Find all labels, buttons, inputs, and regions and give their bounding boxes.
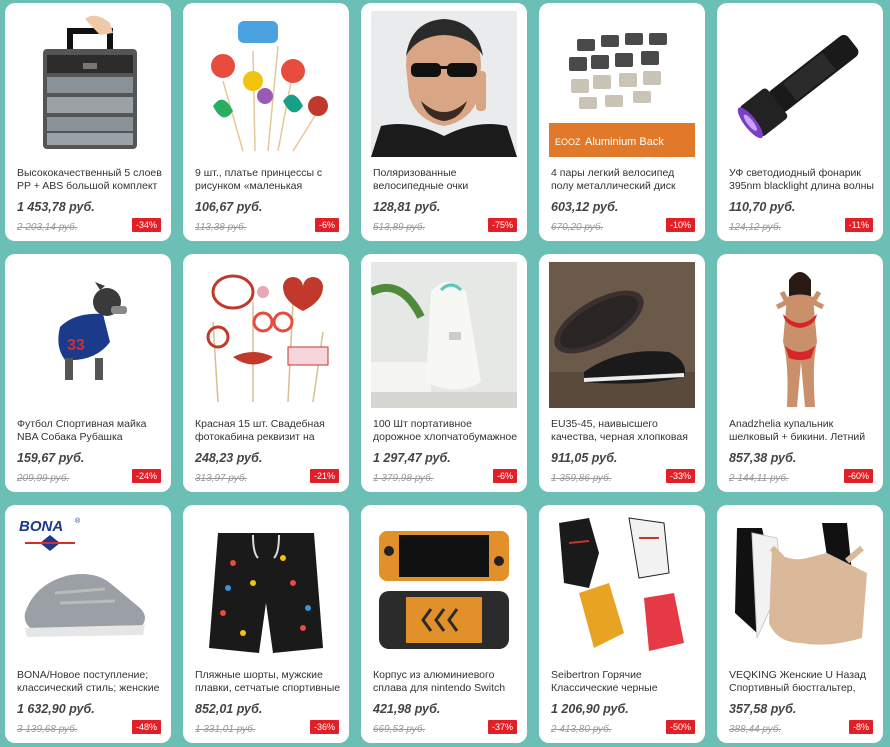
- product-card[interactable]: 33 Футбол Спортивная майка NBA Собака Ру…: [5, 254, 171, 492]
- product-card[interactable]: 100 Шт портативное дорожное хлопчатобума…: [361, 254, 527, 492]
- product-card[interactable]: УФ светодиодный фонарик 395nm blacklight…: [717, 3, 883, 241]
- product-price: 159,67 руб.: [17, 451, 85, 465]
- product-title[interactable]: УФ светодиодный фонарик 395nm blacklight…: [729, 167, 875, 193]
- brand-logo-text: EOOZ: [555, 137, 581, 147]
- product-title[interactable]: EU35-45, наивысшего качества, черная хло…: [551, 418, 697, 444]
- discount-badge: -6%: [492, 469, 517, 483]
- discount-badge: -6%: [314, 218, 339, 232]
- product-grid: Высококачественный 5 слоев PP + ABS боль…: [0, 0, 890, 747]
- product-old-price: 209,99 руб.: [17, 473, 70, 484]
- aluminium-back-text: Aluminium Back: [585, 136, 664, 148]
- product-price: 603,12 руб.: [551, 200, 619, 214]
- product-card[interactable]: EU35-45, наивысшего качества, черная хло…: [539, 254, 705, 492]
- product-price: 911,05 руб.: [551, 451, 618, 465]
- product-title[interactable]: Футбол Спортивная майка NBA Собака Рубаш…: [17, 418, 163, 444]
- product-price: 852,01 руб.: [195, 702, 263, 716]
- product-price: 857,38 руб.: [729, 451, 797, 465]
- photo-props-icon[interactable]: [193, 262, 339, 408]
- product-title[interactable]: Корпус из алюминиевого сплава для ninten…: [373, 669, 519, 695]
- product-title[interactable]: 100 Шт портативное дорожное хлопчатобума…: [373, 418, 519, 444]
- product-card[interactable]: Anadzhelia купальник шелковый + бикини. …: [717, 254, 883, 492]
- tackle-box-icon[interactable]: [15, 11, 161, 157]
- product-card[interactable]: Высококачественный 5 слоев PP + ABS боль…: [5, 3, 171, 241]
- discount-badge: -75%: [487, 218, 517, 232]
- discount-badge: -11%: [844, 218, 873, 232]
- discount-badge: -21%: [309, 469, 339, 483]
- discount-badge: -8%: [848, 720, 873, 734]
- product-old-price: 2 413,80 руб.: [551, 724, 612, 735]
- uv-flashlight-icon[interactable]: [727, 11, 873, 157]
- product-title[interactable]: Красная 15 шт. Свадебная фотокабина рекв…: [195, 418, 341, 444]
- product-price: 1 632,90 руб.: [17, 702, 95, 716]
- product-price: 1 297,47 руб.: [373, 451, 451, 465]
- product-title[interactable]: BONA/Новое поступление; классический сти…: [17, 669, 163, 695]
- product-card[interactable]: Красная 15 шт. Свадебная фотокабина рекв…: [183, 254, 349, 492]
- product-card[interactable]: 9 шт., платье принцессы с рисунком «мале…: [183, 3, 349, 241]
- product-title[interactable]: Высококачественный 5 слоев PP + ABS боль…: [17, 167, 163, 193]
- product-price: 357,58 руб.: [729, 702, 797, 716]
- discount-badge: -33%: [665, 469, 695, 483]
- product-old-price: 313,97 руб.: [195, 473, 248, 484]
- product-title[interactable]: Поляризованные велосипедные очки велосип…: [373, 167, 519, 193]
- product-title[interactable]: Seibertron Горячие Классические черные: [551, 669, 697, 695]
- product-price: 248,23 руб.: [195, 451, 263, 465]
- product-old-price: 3 139,68 руб.: [17, 724, 78, 735]
- product-old-price: 2 144,11 руб.: [729, 473, 789, 484]
- discount-badge: -48%: [131, 720, 161, 734]
- product-title[interactable]: VEQKING Женские U Назад Спортивный бюстг…: [729, 669, 875, 695]
- discount-badge: -37%: [487, 720, 517, 734]
- mermaid-toppers-icon[interactable]: [193, 11, 339, 157]
- product-old-price: 1 379,98 руб.: [373, 473, 434, 484]
- product-old-price: 113,38 руб.: [195, 222, 247, 233]
- product-old-price: 1 359,86 руб.: [551, 473, 612, 484]
- sunglasses-man-icon[interactable]: [371, 11, 517, 157]
- product-card[interactable]: EOOZ Aluminium Back 4 пары легкий велоси…: [539, 3, 705, 241]
- dog-jersey-icon[interactable]: 33: [15, 262, 161, 408]
- product-card[interactable]: Корпус из алюминиевого сплава для ninten…: [361, 505, 527, 743]
- bona-logo-text: BONA: [19, 518, 63, 535]
- product-old-price: 388,44 руб.: [729, 724, 782, 735]
- brake-pads-icon[interactable]: EOOZ Aluminium Back: [549, 11, 695, 157]
- product-price: 128,81 руб.: [373, 200, 441, 214]
- discount-badge: -50%: [665, 720, 695, 734]
- product-price: 1 453,78 руб.: [17, 200, 95, 214]
- discount-badge: -10%: [665, 218, 695, 232]
- product-price: 421,98 руб.: [373, 702, 441, 716]
- cotton-bag-icon[interactable]: [371, 262, 517, 408]
- bikini-model-icon[interactable]: [727, 262, 873, 408]
- cloth-shoes-icon[interactable]: [549, 262, 695, 408]
- product-title[interactable]: Anadzhelia купальник шелковый + бикини. …: [729, 418, 875, 444]
- product-card[interactable]: Поляризованные велосипедные очки велосип…: [361, 3, 527, 241]
- product-price: 106,67 руб.: [195, 200, 263, 214]
- product-old-price: 513,89 руб.: [373, 222, 426, 233]
- product-card[interactable]: BONA ® BONA/Новое поступление; классичес…: [5, 505, 171, 743]
- product-old-price: 124,12 руб.: [729, 222, 782, 233]
- product-title[interactable]: 4 пары легкий велосипед полу металлическ…: [551, 167, 697, 193]
- product-price: 1 206,90 руб.: [551, 702, 629, 716]
- discount-badge: -24%: [131, 469, 161, 483]
- product-card[interactable]: Seibertron Горячие Классические черные 1…: [539, 505, 705, 743]
- product-old-price: 669,53 руб.: [373, 724, 426, 735]
- sneaker-icon[interactable]: BONA ®: [15, 513, 161, 659]
- swim-shorts-icon[interactable]: [193, 513, 339, 659]
- product-title[interactable]: Пляжные шорты, мужские плавки, сетчатые …: [195, 669, 341, 695]
- product-card[interactable]: VEQKING Женские U Назад Спортивный бюстг…: [717, 505, 883, 743]
- switch-case-icon[interactable]: [371, 513, 517, 659]
- discount-badge: -34%: [131, 218, 161, 232]
- product-old-price: 2 203,14 руб.: [17, 222, 78, 233]
- product-price: 110,70 руб.: [729, 200, 796, 214]
- registered-mark: ®: [75, 517, 81, 525]
- svg-text:33: 33: [67, 337, 85, 354]
- discount-badge: -60%: [843, 469, 873, 483]
- gloves-icon[interactable]: [549, 513, 695, 659]
- product-old-price: 670,20 руб.: [551, 222, 604, 233]
- product-old-price: 1 331,01 руб.: [195, 724, 256, 735]
- product-title[interactable]: 9 шт., платье принцессы с рисунком «мале…: [195, 167, 341, 193]
- discount-badge: -36%: [309, 720, 339, 734]
- product-card[interactable]: Пляжные шорты, мужские плавки, сетчатые …: [183, 505, 349, 743]
- sports-bra-icon[interactable]: [727, 513, 873, 659]
